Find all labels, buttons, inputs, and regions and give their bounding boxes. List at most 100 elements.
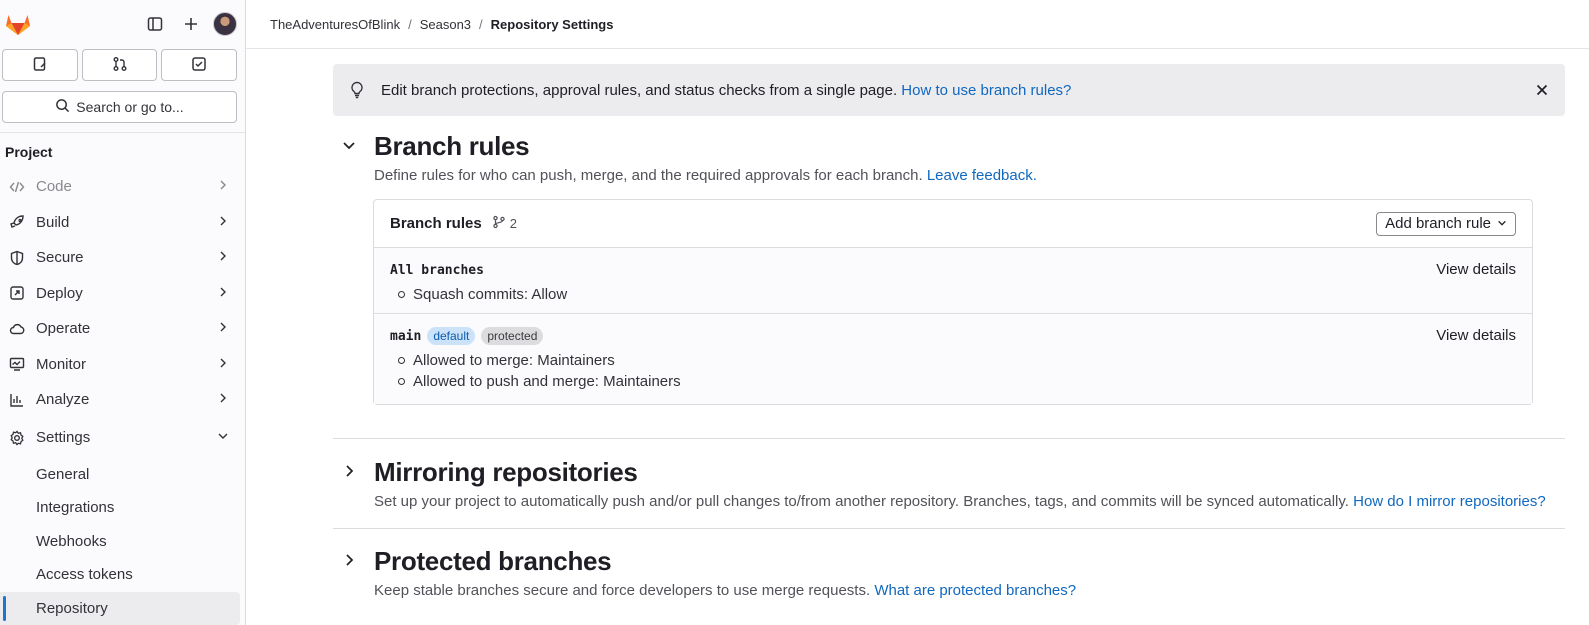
sidebar-subitem-access-tokens[interactable]: Access tokens: [0, 558, 245, 592]
issues-button[interactable]: [2, 49, 78, 81]
rules-count-badge: 2: [492, 215, 517, 232]
main-content: Edit branch protections, approval rules,…: [333, 49, 1565, 599]
chevron-right-icon: [217, 391, 229, 408]
sidebar-counts: [0, 49, 245, 81]
card-title: Branch rules: [390, 215, 482, 232]
sidebar-section-title: Project: [5, 144, 53, 160]
rule-details-list: Allowed to merge: Maintainers Allowed to…: [390, 350, 1516, 392]
sidebar-subitem-integrations[interactable]: Integrations: [0, 491, 245, 525]
protected-badge: protected: [481, 327, 544, 345]
section-divider: [333, 528, 1565, 529]
list-item: Allowed to merge: Maintainers: [390, 350, 1516, 371]
sidebar-item-operate[interactable]: Operate: [0, 311, 245, 347]
chevron-right-icon: [217, 214, 229, 231]
sidebar-item-label: Operate: [36, 320, 91, 338]
protected-branches-help-link[interactable]: What are protected branches?: [874, 582, 1076, 599]
sidebar-subitem-webhooks[interactable]: Webhooks: [0, 525, 245, 559]
sidebar-item-code[interactable]: Code: [0, 169, 245, 205]
section-description-text: Define rules for who can push, merge, an…: [374, 167, 923, 184]
sidebar-item-settings[interactable]: Settings: [0, 418, 245, 458]
close-icon[interactable]: [1535, 83, 1549, 97]
sidebar-item-build[interactable]: Build: [0, 205, 245, 241]
breadcrumb-item-current[interactable]: Repository Settings: [491, 17, 614, 32]
chart-icon: [8, 391, 26, 409]
expand-toggle-button[interactable]: [333, 545, 365, 577]
cloud-icon: [8, 320, 26, 338]
branch-rule-name: All branches: [390, 260, 1516, 280]
sidebar-item-label: Monitor: [36, 355, 87, 373]
rule-details-list: Squash commits: Allow: [390, 284, 1516, 305]
card-header: Branch rules 2 Add branch rule: [374, 200, 1532, 248]
view-details-button[interactable]: View details: [1436, 261, 1516, 278]
section-divider: [333, 438, 1565, 439]
chevron-right-icon: [217, 285, 229, 302]
sidebar-item-label: Deploy: [36, 284, 83, 302]
branch-rule-row: All branches Squash commits: Allow View …: [374, 248, 1532, 314]
sidebar-subitem-general[interactable]: General: [0, 458, 245, 492]
branch-name: main: [390, 328, 422, 344]
section-description: Define rules for who can push, merge, an…: [374, 167, 1565, 184]
sidebar-toggle-icon[interactable]: [141, 10, 169, 38]
todo-icon: [191, 56, 207, 75]
search-button[interactable]: Search or go to...: [2, 91, 237, 123]
sidebar-item-label: Build: [36, 213, 70, 231]
sidebar-item-monitor[interactable]: Monitor: [0, 347, 245, 383]
avatar[interactable]: [213, 12, 237, 36]
breadcrumb-item-project[interactable]: Season3: [420, 17, 471, 32]
sidebar-header: [0, 0, 245, 48]
section-title: Mirroring repositories: [374, 456, 638, 487]
view-details-button[interactable]: View details: [1436, 327, 1516, 344]
section-title: Branch rules: [374, 130, 530, 161]
deploy-icon: [8, 284, 26, 302]
monitor-icon: [8, 355, 26, 373]
rules-count: 2: [509, 216, 517, 231]
sidebar-item-analyze[interactable]: Analyze: [0, 382, 245, 418]
section-title: Protected branches: [374, 545, 612, 576]
todos-button[interactable]: [161, 49, 238, 81]
alert-text: Edit branch protections, approval rules,…: [381, 81, 898, 99]
mirroring-section: Mirroring repositories Set up your proje…: [333, 456, 1565, 510]
branch-rules-section: Branch rules Define rules for who can pu…: [333, 130, 1565, 405]
mirror-help-link[interactable]: How do I mirror repositories?: [1353, 493, 1546, 510]
section-description: Set up your project to automatically pus…: [374, 493, 1565, 510]
rocket-icon: [8, 213, 26, 231]
sidebar-item-deploy[interactable]: Deploy: [0, 276, 245, 312]
breadcrumb-separator: /: [479, 16, 483, 32]
chevron-down-icon: [217, 429, 229, 446]
merge-request-icon: [112, 56, 128, 75]
branch-name: All branches: [390, 262, 484, 278]
section-description: Keep stable branches secure and force de…: [374, 582, 1565, 599]
chevron-right-icon: [217, 356, 229, 373]
chevron-right-icon: [217, 249, 229, 266]
leave-feedback-link[interactable]: Leave feedback.: [927, 167, 1037, 184]
sidebar-item-label: Secure: [36, 249, 84, 267]
protected-branches-section: Protected branches Keep stable branches …: [333, 545, 1565, 599]
plus-icon[interactable]: [177, 10, 205, 38]
sidebar-subitem-repository[interactable]: Repository: [0, 591, 240, 625]
branch-rule-name: main default protected: [390, 326, 1516, 346]
breadcrumb-separator: /: [408, 16, 412, 32]
section-description-text: Set up your project to automatically pus…: [374, 493, 1349, 510]
info-alert: Edit branch protections, approval rules,…: [333, 64, 1565, 116]
sidebar-item-label: Analyze: [36, 391, 90, 409]
chevron-down-icon: [341, 137, 357, 156]
breadcrumb-item-group[interactable]: TheAdventuresOfBlink: [270, 17, 400, 32]
collapse-toggle-button[interactable]: [333, 130, 365, 162]
default-badge: default: [427, 327, 476, 345]
sidebar-item-secure[interactable]: Secure: [0, 240, 245, 276]
chevron-right-icon: [341, 552, 357, 571]
chevron-right-icon: [217, 178, 229, 195]
add-branch-rule-label: Add branch rule: [1385, 215, 1491, 232]
chevron-right-icon: [341, 463, 357, 482]
breadcrumb: TheAdventuresOfBlink / Season3 / Reposit…: [246, 0, 1589, 49]
gitlab-logo-icon[interactable]: [4, 10, 32, 38]
branch-icon: [492, 215, 506, 232]
sidebar-item-label: Code: [36, 178, 72, 196]
code-icon: [8, 178, 26, 196]
shield-icon: [8, 249, 26, 267]
add-branch-rule-button[interactable]: Add branch rule: [1376, 211, 1516, 236]
merge-requests-button[interactable]: [81, 49, 158, 81]
expand-toggle-button[interactable]: [333, 456, 365, 488]
sidebar: Search or go to... Project Code Build Se…: [0, 0, 246, 625]
alert-link[interactable]: How to use branch rules?: [901, 82, 1071, 99]
